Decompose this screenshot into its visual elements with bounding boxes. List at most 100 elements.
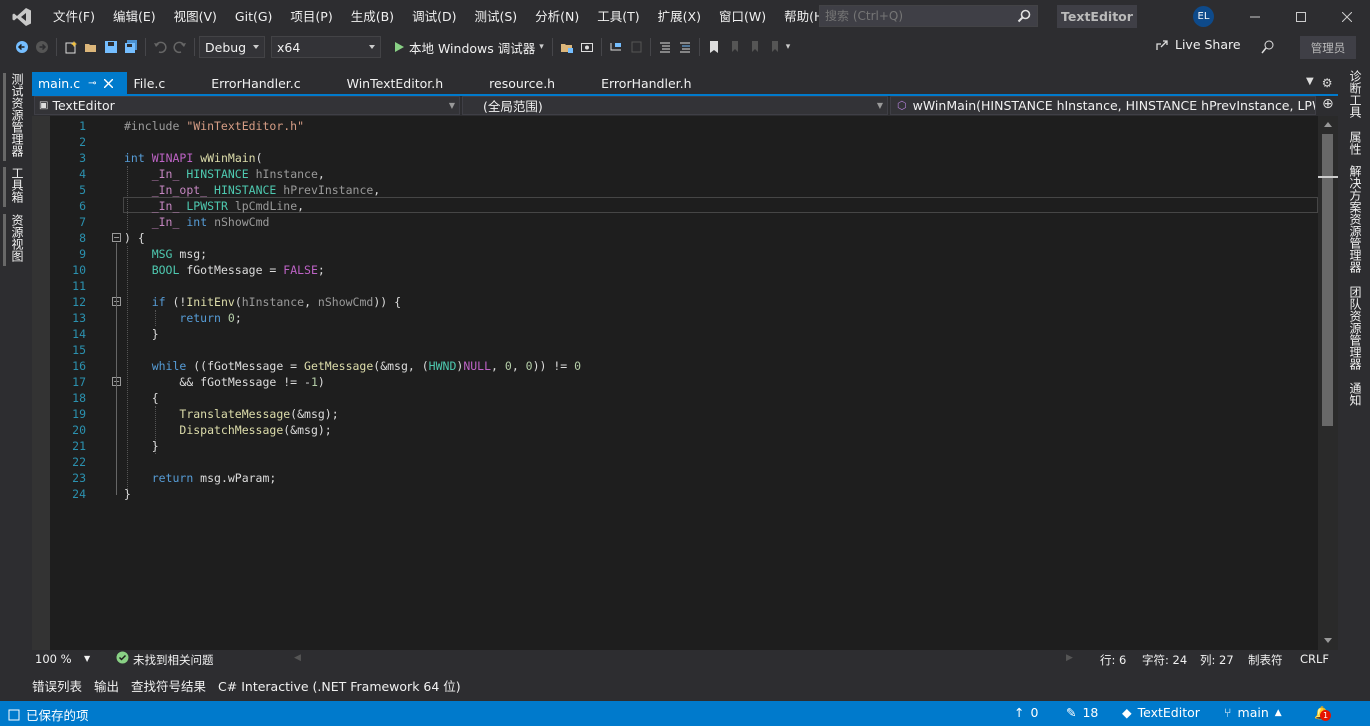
csharp-interactive-tab[interactable]: C# Interactive (.NET Framework 64 位) xyxy=(212,676,467,695)
clear-bookmarks-icon[interactable] xyxy=(764,37,784,57)
tab-file-c[interactable]: File.c xyxy=(127,72,205,94)
menu-extensions[interactable]: 扩展(X) xyxy=(649,0,710,33)
standard-toolbar: Debug x64 本地 Windows 调试器 ▾ ▾ Live Share … xyxy=(0,33,1370,61)
menu-project[interactable]: 项目(P) xyxy=(281,0,341,33)
line-indicator[interactable]: 行: 6 xyxy=(1100,652,1126,668)
chevron-down-icon xyxy=(253,45,259,49)
solution-explorer-tab[interactable]: 解决方案资源管理器 xyxy=(1347,165,1364,273)
bookmark-icon[interactable] xyxy=(704,37,724,57)
test-explorer-tab[interactable]: 测试资源管理器 xyxy=(9,73,26,157)
folder-view-icon[interactable] xyxy=(557,37,577,57)
menu-debug[interactable]: 调试(D) xyxy=(403,0,465,33)
scroll-down-icon[interactable] xyxy=(1324,638,1332,643)
scroll-right-icon[interactable]: ▶ xyxy=(1066,653,1073,663)
tab-wintexteditor-h[interactable]: WinTextEditor.h xyxy=(341,72,484,94)
start-debugging-button[interactable]: 本地 Windows 调试器 ▾ xyxy=(389,38,548,57)
repository-selector[interactable]: ◆ TextEditor xyxy=(1122,705,1200,720)
branch-selector[interactable]: ⑂ main ▲ xyxy=(1224,705,1282,720)
back-navigate-icon[interactable] xyxy=(12,37,32,57)
configuration-dropdown[interactable]: Debug xyxy=(199,36,265,58)
menu-bar: 文件(F) 编辑(E) 视图(V) Git(G) 项目(P) 生成(B) 调试(… xyxy=(44,0,837,33)
char-indicator[interactable]: 字符: 24 xyxy=(1142,652,1187,668)
toolbar-overflow-icon[interactable]: ▾ xyxy=(786,42,791,52)
output-tab[interactable]: 输出 xyxy=(88,676,125,695)
scroll-up-icon[interactable] xyxy=(1324,122,1332,127)
visual-studio-logo-icon[interactable] xyxy=(0,0,44,33)
pin-icon[interactable]: ⊸ xyxy=(88,78,96,89)
forward-navigate-icon[interactable] xyxy=(32,37,52,57)
zoom-level[interactable]: 100 % xyxy=(35,652,72,666)
feedback-icon[interactable] xyxy=(1258,37,1278,57)
notifications-button[interactable]: 🔔 1 xyxy=(1314,705,1331,721)
menu-build[interactable]: 生成(B) xyxy=(342,0,403,33)
maximize-button[interactable] xyxy=(1278,0,1324,33)
indent-mode[interactable]: 制表符 xyxy=(1248,652,1283,668)
screenshot-tool-icon[interactable] xyxy=(577,37,597,57)
find-symbol-results-tab[interactable]: 查找符号结果 xyxy=(125,676,212,695)
scope-dropdown[interactable]: (全局范围) ▼ xyxy=(462,96,888,115)
collapse-region-icon[interactable]: − xyxy=(112,233,121,242)
open-folder-icon[interactable] xyxy=(81,37,101,57)
solution-name-badge: TextEditor xyxy=(1057,5,1137,28)
code-line: BOOL fGotMessage = FALSE; xyxy=(151,263,325,277)
diagnostic-tools-tab[interactable]: 诊断工具 xyxy=(1347,70,1364,118)
code-editor[interactable]: 1 2 3 4 5 6 7 8 9 10 11 12 13 14 15 16 17 18 19 20 21 22 23 24 … xyxy=(32,116,1338,650)
glyph-margin[interactable] xyxy=(32,116,50,650)
live-share-button[interactable]: Live Share xyxy=(1155,37,1241,52)
user-avatar[interactable]: EL xyxy=(1193,6,1214,27)
notifications-tab[interactable]: 通知 xyxy=(1347,382,1364,406)
team-explorer-tab[interactable]: 团队资源管理器 xyxy=(1347,286,1364,370)
tab-errorhandler-h[interactable]: ErrorHandler.h xyxy=(595,72,705,94)
comment-lines-icon[interactable] xyxy=(655,37,675,57)
code-line: _In_ HINSTANCE hInstance, xyxy=(151,167,325,181)
close-window-button[interactable] xyxy=(1324,0,1370,33)
save-icon[interactable] xyxy=(101,37,121,57)
uncomment-lines-icon[interactable] xyxy=(675,37,695,57)
column-indicator[interactable]: 列: 27 xyxy=(1200,652,1234,668)
toolbar-separator xyxy=(600,38,602,56)
tab-main-c[interactable]: main.c ⊸ xyxy=(32,72,128,94)
properties-tab[interactable]: 属性 xyxy=(1347,131,1364,155)
line-ending[interactable]: CRLF xyxy=(1300,652,1329,666)
minimize-button[interactable] xyxy=(1232,0,1278,33)
step-into-icon[interactable] xyxy=(626,37,646,57)
split-editor-icon[interactable]: ⊕ xyxy=(1322,96,1334,112)
code-text[interactable]: #include "WinTextEditor.h" int WINAPI wW… xyxy=(124,118,1314,502)
previous-bookmark-icon[interactable] xyxy=(724,37,744,57)
search-input[interactable] xyxy=(825,9,1015,23)
configuration-value: Debug xyxy=(205,39,247,55)
menu-edit[interactable]: 编辑(E) xyxy=(104,0,165,33)
menu-test[interactable]: 测试(S) xyxy=(465,0,526,33)
push-count[interactable]: ↑ 0 xyxy=(1014,705,1038,720)
undo-icon[interactable] xyxy=(150,37,170,57)
tab-errorhandler-c[interactable]: ErrorHandler.c xyxy=(205,72,340,94)
redo-icon[interactable] xyxy=(170,37,190,57)
menu-view[interactable]: 视图(V) xyxy=(165,0,226,33)
tab-list-dropdown-icon[interactable]: ▼ xyxy=(1306,76,1314,90)
menu-tools[interactable]: 工具(T) xyxy=(588,0,648,33)
menu-file[interactable]: 文件(F) xyxy=(44,0,104,33)
new-project-icon[interactable] xyxy=(61,37,81,57)
platform-dropdown[interactable]: x64 xyxy=(271,36,381,58)
gear-icon[interactable]: ⚙ xyxy=(1322,76,1333,90)
chevron-down-icon[interactable]: ▼ xyxy=(84,654,90,663)
tab-resource-h[interactable]: resource.h xyxy=(483,72,595,94)
next-bookmark-icon[interactable] xyxy=(744,37,764,57)
toolbar-separator xyxy=(551,38,553,56)
pending-changes[interactable]: ✎ 18 xyxy=(1066,705,1098,720)
menu-window[interactable]: 窗口(W) xyxy=(710,0,775,33)
error-list-tab[interactable]: 错误列表 xyxy=(32,676,88,695)
resource-view-tab[interactable]: 资源视图 xyxy=(9,214,26,262)
member-dropdown[interactable]: ⬡ wWinMain(HINSTANCE hInstance, HINSTANC… xyxy=(890,96,1316,115)
step-over-icon[interactable] xyxy=(606,37,626,57)
menu-git[interactable]: Git(G) xyxy=(226,0,282,33)
save-all-icon[interactable] xyxy=(121,37,141,57)
project-dropdown[interactable]: ▣ TextEditor ▼ xyxy=(34,96,460,115)
menu-analyze[interactable]: 分析(N) xyxy=(526,0,588,33)
vertical-scrollbar[interactable] xyxy=(1318,116,1338,650)
close-icon[interactable] xyxy=(103,76,114,91)
toolbox-tab[interactable]: 工具箱 xyxy=(9,167,26,203)
search-icon[interactable] xyxy=(1017,9,1031,26)
scroll-left-icon[interactable]: ◀ xyxy=(294,653,301,663)
issues-status[interactable]: 未找到相关问题 xyxy=(133,652,214,668)
